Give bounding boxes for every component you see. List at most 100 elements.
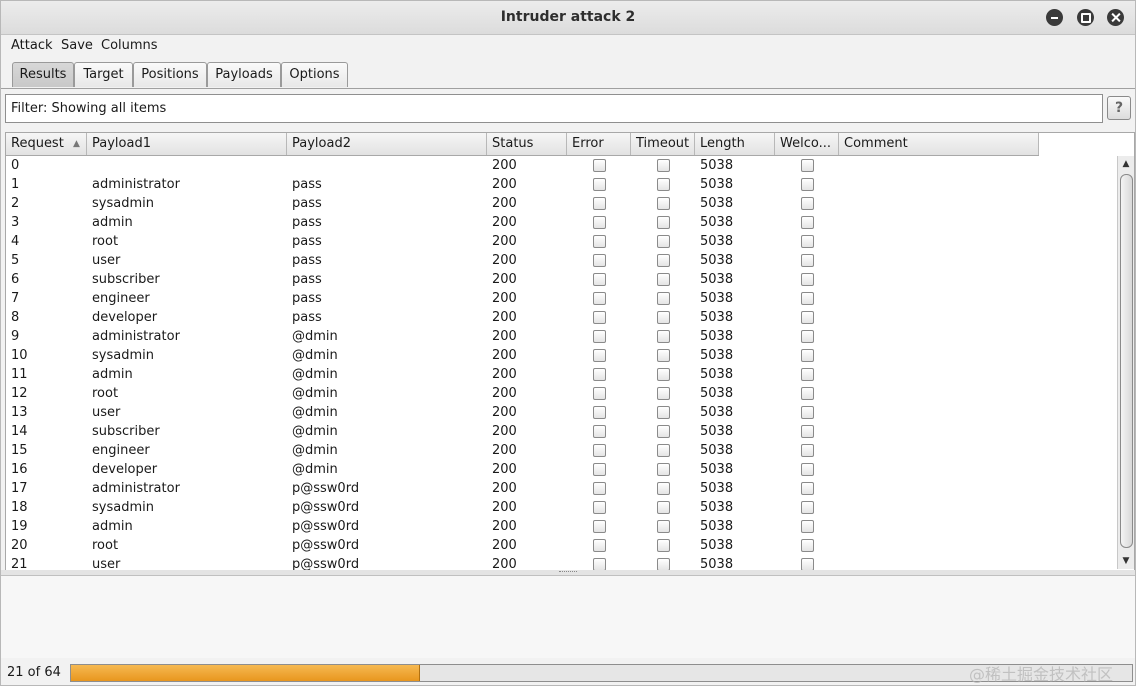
timeout-checkbox[interactable]	[657, 159, 670, 172]
table-row[interactable]: 15 engineer @dmin 200 5038	[6, 441, 1039, 460]
table-row[interactable]: 11 admin @dmin 200 5038	[6, 365, 1039, 384]
table-row[interactable]: 21 user p@ssw0rd 200 5038	[6, 555, 1039, 570]
vertical-scrollbar[interactable]: ▲ ▼	[1117, 156, 1134, 569]
column-header-payload2[interactable]: Payload2	[287, 133, 487, 155]
scroll-up-icon[interactable]: ▲	[1118, 157, 1134, 171]
table-row[interactable]: 0 200 5038	[6, 156, 1039, 175]
welcome-checkbox[interactable]	[801, 292, 814, 305]
table-row[interactable]: 13 user @dmin 200 5038	[6, 403, 1039, 422]
timeout-checkbox[interactable]	[657, 387, 670, 400]
error-checkbox[interactable]	[593, 463, 606, 476]
error-checkbox[interactable]	[593, 216, 606, 229]
table-row[interactable]: 16 developer @dmin 200 5038	[6, 460, 1039, 479]
error-checkbox[interactable]	[593, 501, 606, 514]
error-checkbox[interactable]	[593, 197, 606, 210]
title-bar[interactable]: Intruder attack 2	[1, 1, 1135, 35]
welcome-checkbox[interactable]	[801, 216, 814, 229]
welcome-checkbox[interactable]	[801, 482, 814, 495]
timeout-checkbox[interactable]	[657, 406, 670, 419]
timeout-checkbox[interactable]	[657, 539, 670, 552]
table-row[interactable]: 3 admin pass 200 5038	[6, 213, 1039, 232]
error-checkbox[interactable]	[593, 311, 606, 324]
timeout-checkbox[interactable]	[657, 273, 670, 286]
error-checkbox[interactable]	[593, 292, 606, 305]
timeout-checkbox[interactable]	[657, 425, 670, 438]
error-checkbox[interactable]	[593, 539, 606, 552]
table-row[interactable]: 6 subscriber pass 200 5038	[6, 270, 1039, 289]
column-header-welcome[interactable]: Welco...	[775, 133, 839, 155]
welcome-checkbox[interactable]	[801, 387, 814, 400]
column-header-length[interactable]: Length	[695, 133, 775, 155]
timeout-checkbox[interactable]	[657, 501, 670, 514]
timeout-checkbox[interactable]	[657, 216, 670, 229]
welcome-checkbox[interactable]	[801, 330, 814, 343]
timeout-checkbox[interactable]	[657, 254, 670, 267]
tab-target[interactable]: Target	[74, 62, 133, 87]
timeout-checkbox[interactable]	[657, 311, 670, 324]
timeout-checkbox[interactable]	[657, 368, 670, 381]
column-header-timeout[interactable]: Timeout	[631, 133, 695, 155]
timeout-checkbox[interactable]	[657, 178, 670, 191]
table-row[interactable]: 17 administrator p@ssw0rd 200 5038	[6, 479, 1039, 498]
error-checkbox[interactable]	[593, 520, 606, 533]
timeout-checkbox[interactable]	[657, 482, 670, 495]
table-row[interactable]: 9 administrator @dmin 200 5038	[6, 327, 1039, 346]
table-row[interactable]: 2 sysadmin pass 200 5038	[6, 194, 1039, 213]
error-checkbox[interactable]	[593, 406, 606, 419]
table-row[interactable]: 18 sysadmin p@ssw0rd 200 5038	[6, 498, 1039, 517]
error-checkbox[interactable]	[593, 425, 606, 438]
column-header-payload1[interactable]: Payload1	[87, 133, 287, 155]
minimize-icon[interactable]	[1046, 9, 1063, 26]
timeout-checkbox[interactable]	[657, 463, 670, 476]
welcome-checkbox[interactable]	[801, 197, 814, 210]
error-checkbox[interactable]	[593, 159, 606, 172]
table-row[interactable]: 10 sysadmin @dmin 200 5038	[6, 346, 1039, 365]
table-row[interactable]: 5 user pass 200 5038	[6, 251, 1039, 270]
scroll-down-icon[interactable]: ▼	[1118, 554, 1134, 568]
menu-columns[interactable]: Columns	[101, 38, 158, 53]
error-checkbox[interactable]	[593, 387, 606, 400]
help-button[interactable]: ?	[1107, 96, 1131, 120]
welcome-checkbox[interactable]	[801, 406, 814, 419]
error-checkbox[interactable]	[593, 235, 606, 248]
column-header-request[interactable]: Request ▲	[6, 133, 87, 155]
welcome-checkbox[interactable]	[801, 463, 814, 476]
error-checkbox[interactable]	[593, 330, 606, 343]
timeout-checkbox[interactable]	[657, 520, 670, 533]
welcome-checkbox[interactable]	[801, 235, 814, 248]
column-header-status[interactable]: Status	[487, 133, 567, 155]
menu-save[interactable]: Save	[61, 38, 93, 53]
welcome-checkbox[interactable]	[801, 368, 814, 381]
welcome-checkbox[interactable]	[801, 273, 814, 286]
timeout-checkbox[interactable]	[657, 197, 670, 210]
welcome-checkbox[interactable]	[801, 558, 814, 570]
scroll-thumb[interactable]	[1120, 174, 1133, 548]
table-row[interactable]: 12 root @dmin 200 5038	[6, 384, 1039, 403]
timeout-checkbox[interactable]	[657, 444, 670, 457]
table-row[interactable]: 14 subscriber @dmin 200 5038	[6, 422, 1039, 441]
table-row[interactable]: 4 root pass 200 5038	[6, 232, 1039, 251]
welcome-checkbox[interactable]	[801, 539, 814, 552]
welcome-checkbox[interactable]	[801, 520, 814, 533]
welcome-checkbox[interactable]	[801, 349, 814, 362]
tab-payloads[interactable]: Payloads	[207, 62, 281, 87]
maximize-icon[interactable]	[1077, 9, 1094, 26]
error-checkbox[interactable]	[593, 558, 606, 570]
column-header-comment[interactable]: Comment	[839, 133, 1039, 155]
error-checkbox[interactable]	[593, 273, 606, 286]
tab-options[interactable]: Options	[281, 62, 348, 87]
error-checkbox[interactable]	[593, 368, 606, 381]
filter-bar[interactable]: Filter: Showing all items	[5, 94, 1103, 123]
timeout-checkbox[interactable]	[657, 558, 670, 570]
table-row[interactable]: 20 root p@ssw0rd 200 5038	[6, 536, 1039, 555]
welcome-checkbox[interactable]	[801, 178, 814, 191]
timeout-checkbox[interactable]	[657, 292, 670, 305]
menu-attack[interactable]: Attack	[11, 38, 53, 53]
welcome-checkbox[interactable]	[801, 311, 814, 324]
table-row[interactable]: 19 admin p@ssw0rd 200 5038	[6, 517, 1039, 536]
tab-results[interactable]: Results	[12, 62, 74, 87]
error-checkbox[interactable]	[593, 444, 606, 457]
error-checkbox[interactable]	[593, 482, 606, 495]
welcome-checkbox[interactable]	[801, 159, 814, 172]
timeout-checkbox[interactable]	[657, 330, 670, 343]
